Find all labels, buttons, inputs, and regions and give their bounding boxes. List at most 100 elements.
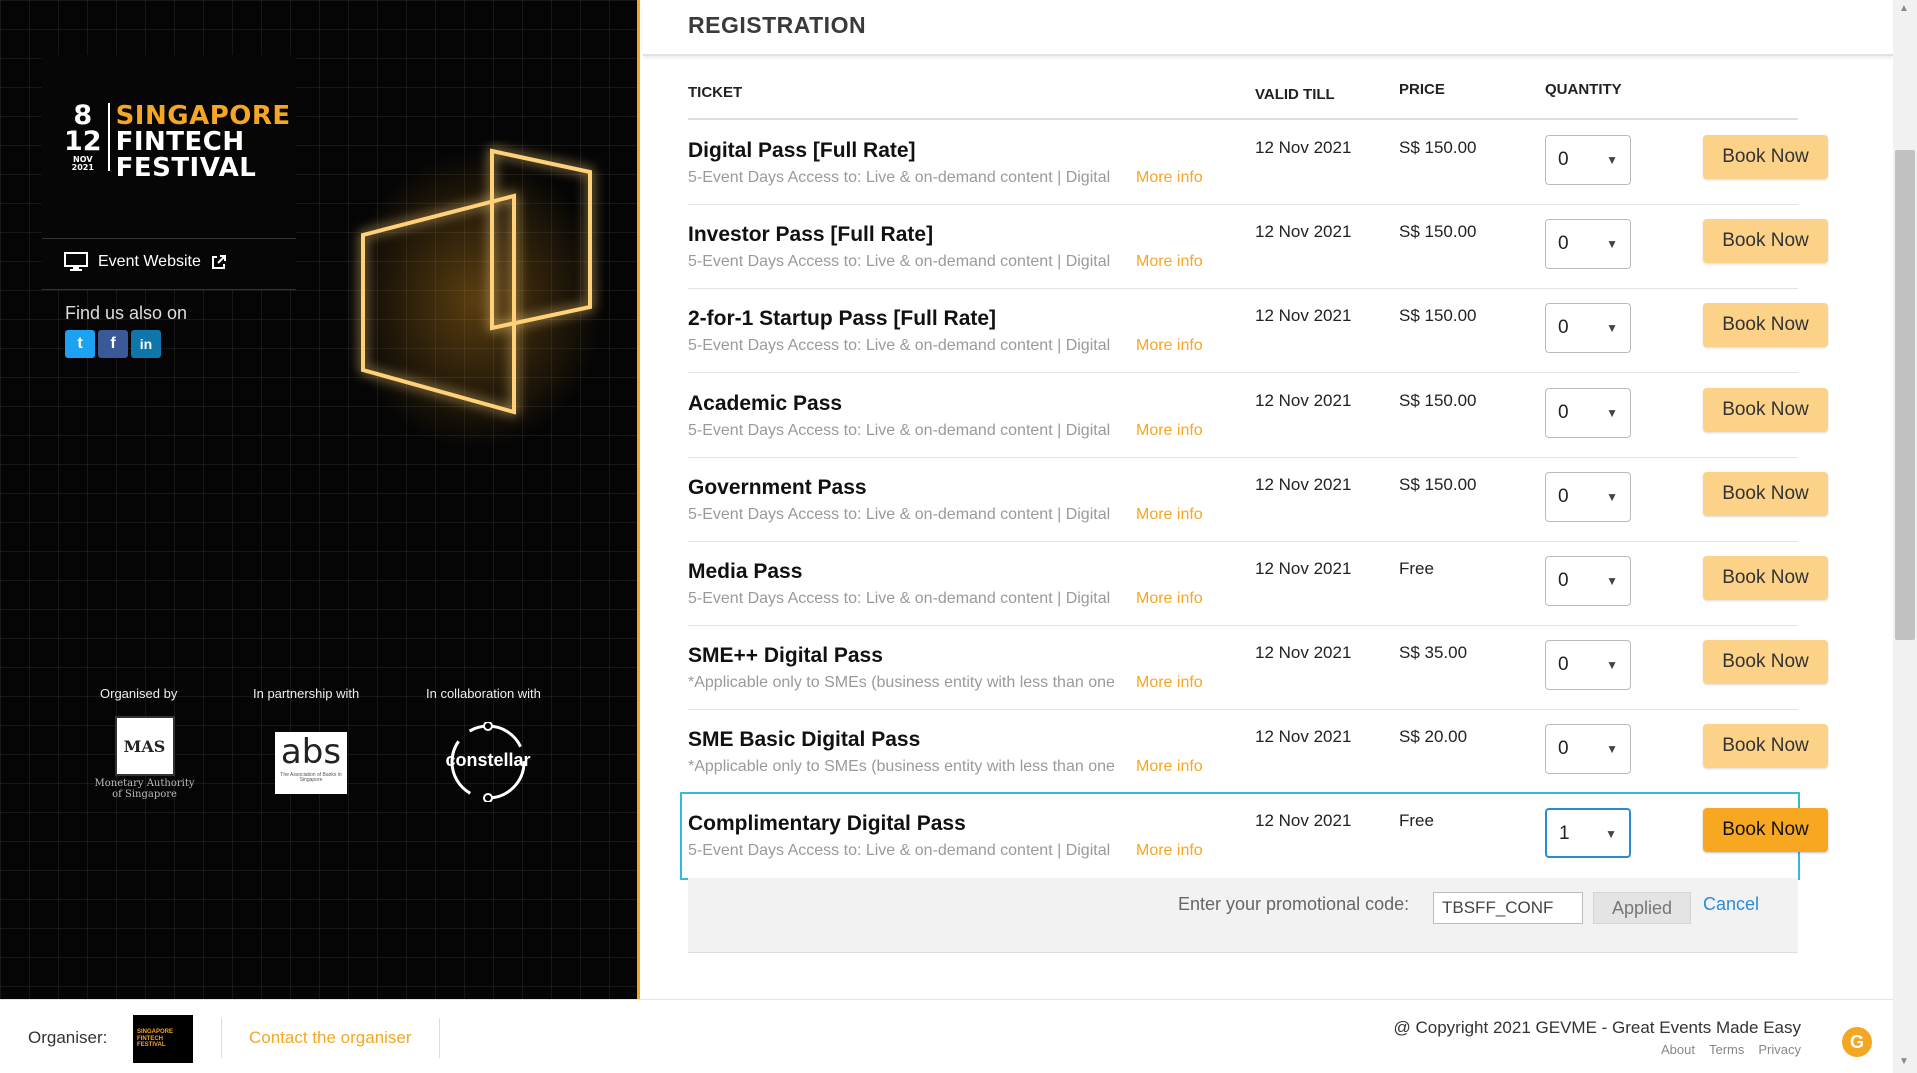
more-info-link[interactable]: More info [1136, 758, 1203, 776]
book-now-button[interactable]: Book Now [1703, 807, 1828, 852]
quantity-select[interactable]: 0 ▼ [1545, 387, 1631, 438]
more-info-link[interactable]: More info [1136, 674, 1203, 692]
ticket-valid-till: 12 Nov 2021 [1255, 474, 1352, 494]
quantity-select[interactable]: 0 ▼ [1545, 303, 1631, 354]
book-now-button[interactable]: Book Now [1703, 471, 1828, 516]
more-info-link[interactable]: More info [1136, 506, 1203, 524]
abs-logo: abs The Association of Banks in Singapor… [275, 732, 347, 794]
ticket-price: S$ 35.00 [1399, 643, 1468, 663]
social-links: t f in [65, 330, 161, 358]
more-info-link[interactable]: More info [1136, 422, 1203, 440]
neon-frame-graphic [345, 148, 605, 450]
dropdown-arrow-icon: ▼ [1606, 489, 1618, 504]
promo-code-input[interactable]: TBSFF_CONF [1433, 892, 1583, 924]
ticket-name: Investor Pass [Full Rate] [688, 223, 934, 247]
dropdown-arrow-icon: ▼ [1606, 405, 1618, 420]
book-now-button[interactable]: Book Now [1703, 303, 1828, 348]
ticket-name: Government Pass [688, 475, 867, 499]
in-collaboration-label: In collaboration with [426, 686, 541, 701]
book-now-button[interactable]: Book Now [1703, 724, 1828, 769]
ticket-description: 5-Event Days Access to: Live & on-demand… [688, 505, 1111, 523]
quantity-select[interactable]: 0 ▼ [1545, 135, 1631, 185]
book-now-button[interactable]: Book Now [1703, 135, 1828, 179]
gevme-logo-icon[interactable]: G [1842, 1027, 1872, 1057]
ticket-name: Complimentary Digital Pass [688, 811, 966, 835]
ticket-name: SME Basic Digital Pass [688, 728, 921, 752]
twitter-icon[interactable]: t [65, 330, 95, 358]
footer-link-terms[interactable]: Terms [1709, 1042, 1744, 1057]
scroll-up-arrow-icon[interactable]: ▲ [1899, 3, 1909, 14]
quantity-value: 0 [1558, 485, 1569, 507]
ticket-valid-till: 12 Nov 2021 [1255, 390, 1352, 410]
logo-name-line2: FINTECH [115, 127, 245, 157]
promo-applied-button[interactable]: Applied [1593, 892, 1691, 924]
more-info-link[interactable]: More info [1136, 590, 1203, 608]
ticket-valid-till: 12 Nov 2021 [1255, 643, 1352, 663]
quantity-value: 0 [1558, 401, 1569, 423]
footer-link-privacy[interactable]: Privacy [1758, 1042, 1801, 1057]
copyright-text: @ Copyright 2021 GEVME - Great Events Ma… [1393, 1018, 1802, 1037]
quantity-select[interactable]: 0 ▼ [1545, 556, 1631, 606]
column-quantity: QUANTITY [1545, 81, 1622, 98]
scroll-down-arrow-icon[interactable]: ▼ [1899, 1056, 1909, 1067]
footer-link-about[interactable]: About [1661, 1042, 1695, 1057]
ticket-description: 5-Event Days Access to: Live & on-demand… [688, 590, 1111, 607]
ticket-price: S$ 150.00 [1399, 222, 1477, 242]
linkedin-icon[interactable]: in [131, 330, 161, 358]
book-now-button[interactable]: Book Now [1703, 640, 1828, 685]
book-now-button[interactable]: Book Now [1703, 219, 1828, 264]
external-link-icon [211, 255, 226, 269]
mas-logo: MAS Monetary Authority of Singapore [92, 716, 197, 800]
ticket-valid-till: 12 Nov 2021 [1255, 306, 1352, 326]
ticket-name: SME++ Digital Pass [688, 644, 883, 668]
page-scrollbar[interactable]: ▲ ▼ [1893, 0, 1917, 1073]
ticket-row: Government Pass 5-Event Days Access to: L… [688, 458, 1828, 542]
page: 8 12 NOV 2021 SINGAPORE FINTECH FESTIVAL… [0, 0, 1917, 1073]
ticket-description: *Applicable only to SMEs (business entit… [688, 758, 1115, 776]
event-website-link[interactable]: Event Website [64, 252, 227, 272]
organiser-logo: SINGAPORE FINTECH FESTIVAL [133, 1015, 193, 1063]
dropdown-arrow-icon: ▼ [1606, 658, 1618, 673]
logo-day-end: 12 [64, 125, 102, 157]
footer-separator [439, 1018, 440, 1058]
ticket-name: Media Pass [688, 560, 803, 583]
ticket-price: S$ 150.00 [1399, 390, 1477, 410]
ticket-row: Complimentary Digital Pass 5-Event Days A… [680, 791, 1828, 880]
constellar-logo: constellar [440, 721, 536, 803]
quantity-select[interactable]: 0 ▼ [1545, 219, 1631, 270]
ticket-description: 5-Event Days Access to: Live & on-demand… [688, 421, 1111, 439]
quantity-select[interactable]: 1 ▼ [1545, 807, 1631, 858]
ticket-name: Academic Pass [688, 391, 843, 415]
sidebar-divider [42, 238, 296, 239]
book-now-button[interactable]: Book Now [1703, 556, 1828, 600]
more-info-link[interactable]: More info [1136, 842, 1203, 860]
organiser-label: Organiser: [28, 1028, 108, 1047]
organised-by-label: Organised by [100, 686, 178, 701]
quantity-select[interactable]: 0 ▼ [1545, 471, 1631, 522]
dropdown-arrow-icon: ▼ [1606, 321, 1618, 336]
column-price: PRICE [1399, 81, 1445, 98]
more-info-link[interactable]: More info [1136, 337, 1203, 355]
more-info-link[interactable]: More info [1136, 169, 1203, 187]
quantity-value: 0 [1558, 149, 1569, 170]
event-sidebar: 8 12 NOV 2021 SINGAPORE FINTECH FESTIVAL… [0, 0, 640, 999]
dropdown-arrow-icon: ▼ [1606, 237, 1618, 252]
quantity-select[interactable]: 0 ▼ [1545, 640, 1631, 691]
more-info-link[interactable]: More info [1136, 253, 1203, 271]
dropdown-arrow-icon: ▼ [1606, 574, 1618, 588]
registration-header: REGISTRATION [643, 0, 1893, 56]
logo-name-line3: FESTIVAL [115, 153, 257, 183]
registration-main: REGISTRATION TICKET VALID TILL PRICE QUA… [643, 0, 1893, 999]
ticket-description: 5-Event Days Access to: Live & on-demand… [688, 169, 1111, 186]
ticket-description: 5-Event Days Access to: Live & on-demand… [688, 253, 1111, 271]
scrollbar-thumb[interactable] [1895, 150, 1915, 640]
quantity-select[interactable]: 0 ▼ [1545, 724, 1631, 775]
logo-day-start: 8 [73, 100, 93, 131]
book-now-button[interactable]: Book Now [1703, 387, 1828, 432]
promo-cancel-link[interactable]: Cancel [1703, 894, 1759, 915]
footer-links: About Terms Privacy [1661, 1042, 1801, 1057]
footer-separator [221, 1018, 222, 1058]
mas-logo-mark: MAS [114, 716, 175, 776]
facebook-icon[interactable]: f [98, 330, 128, 358]
contact-organiser-link[interactable]: Contact the organiser [249, 1028, 412, 1048]
